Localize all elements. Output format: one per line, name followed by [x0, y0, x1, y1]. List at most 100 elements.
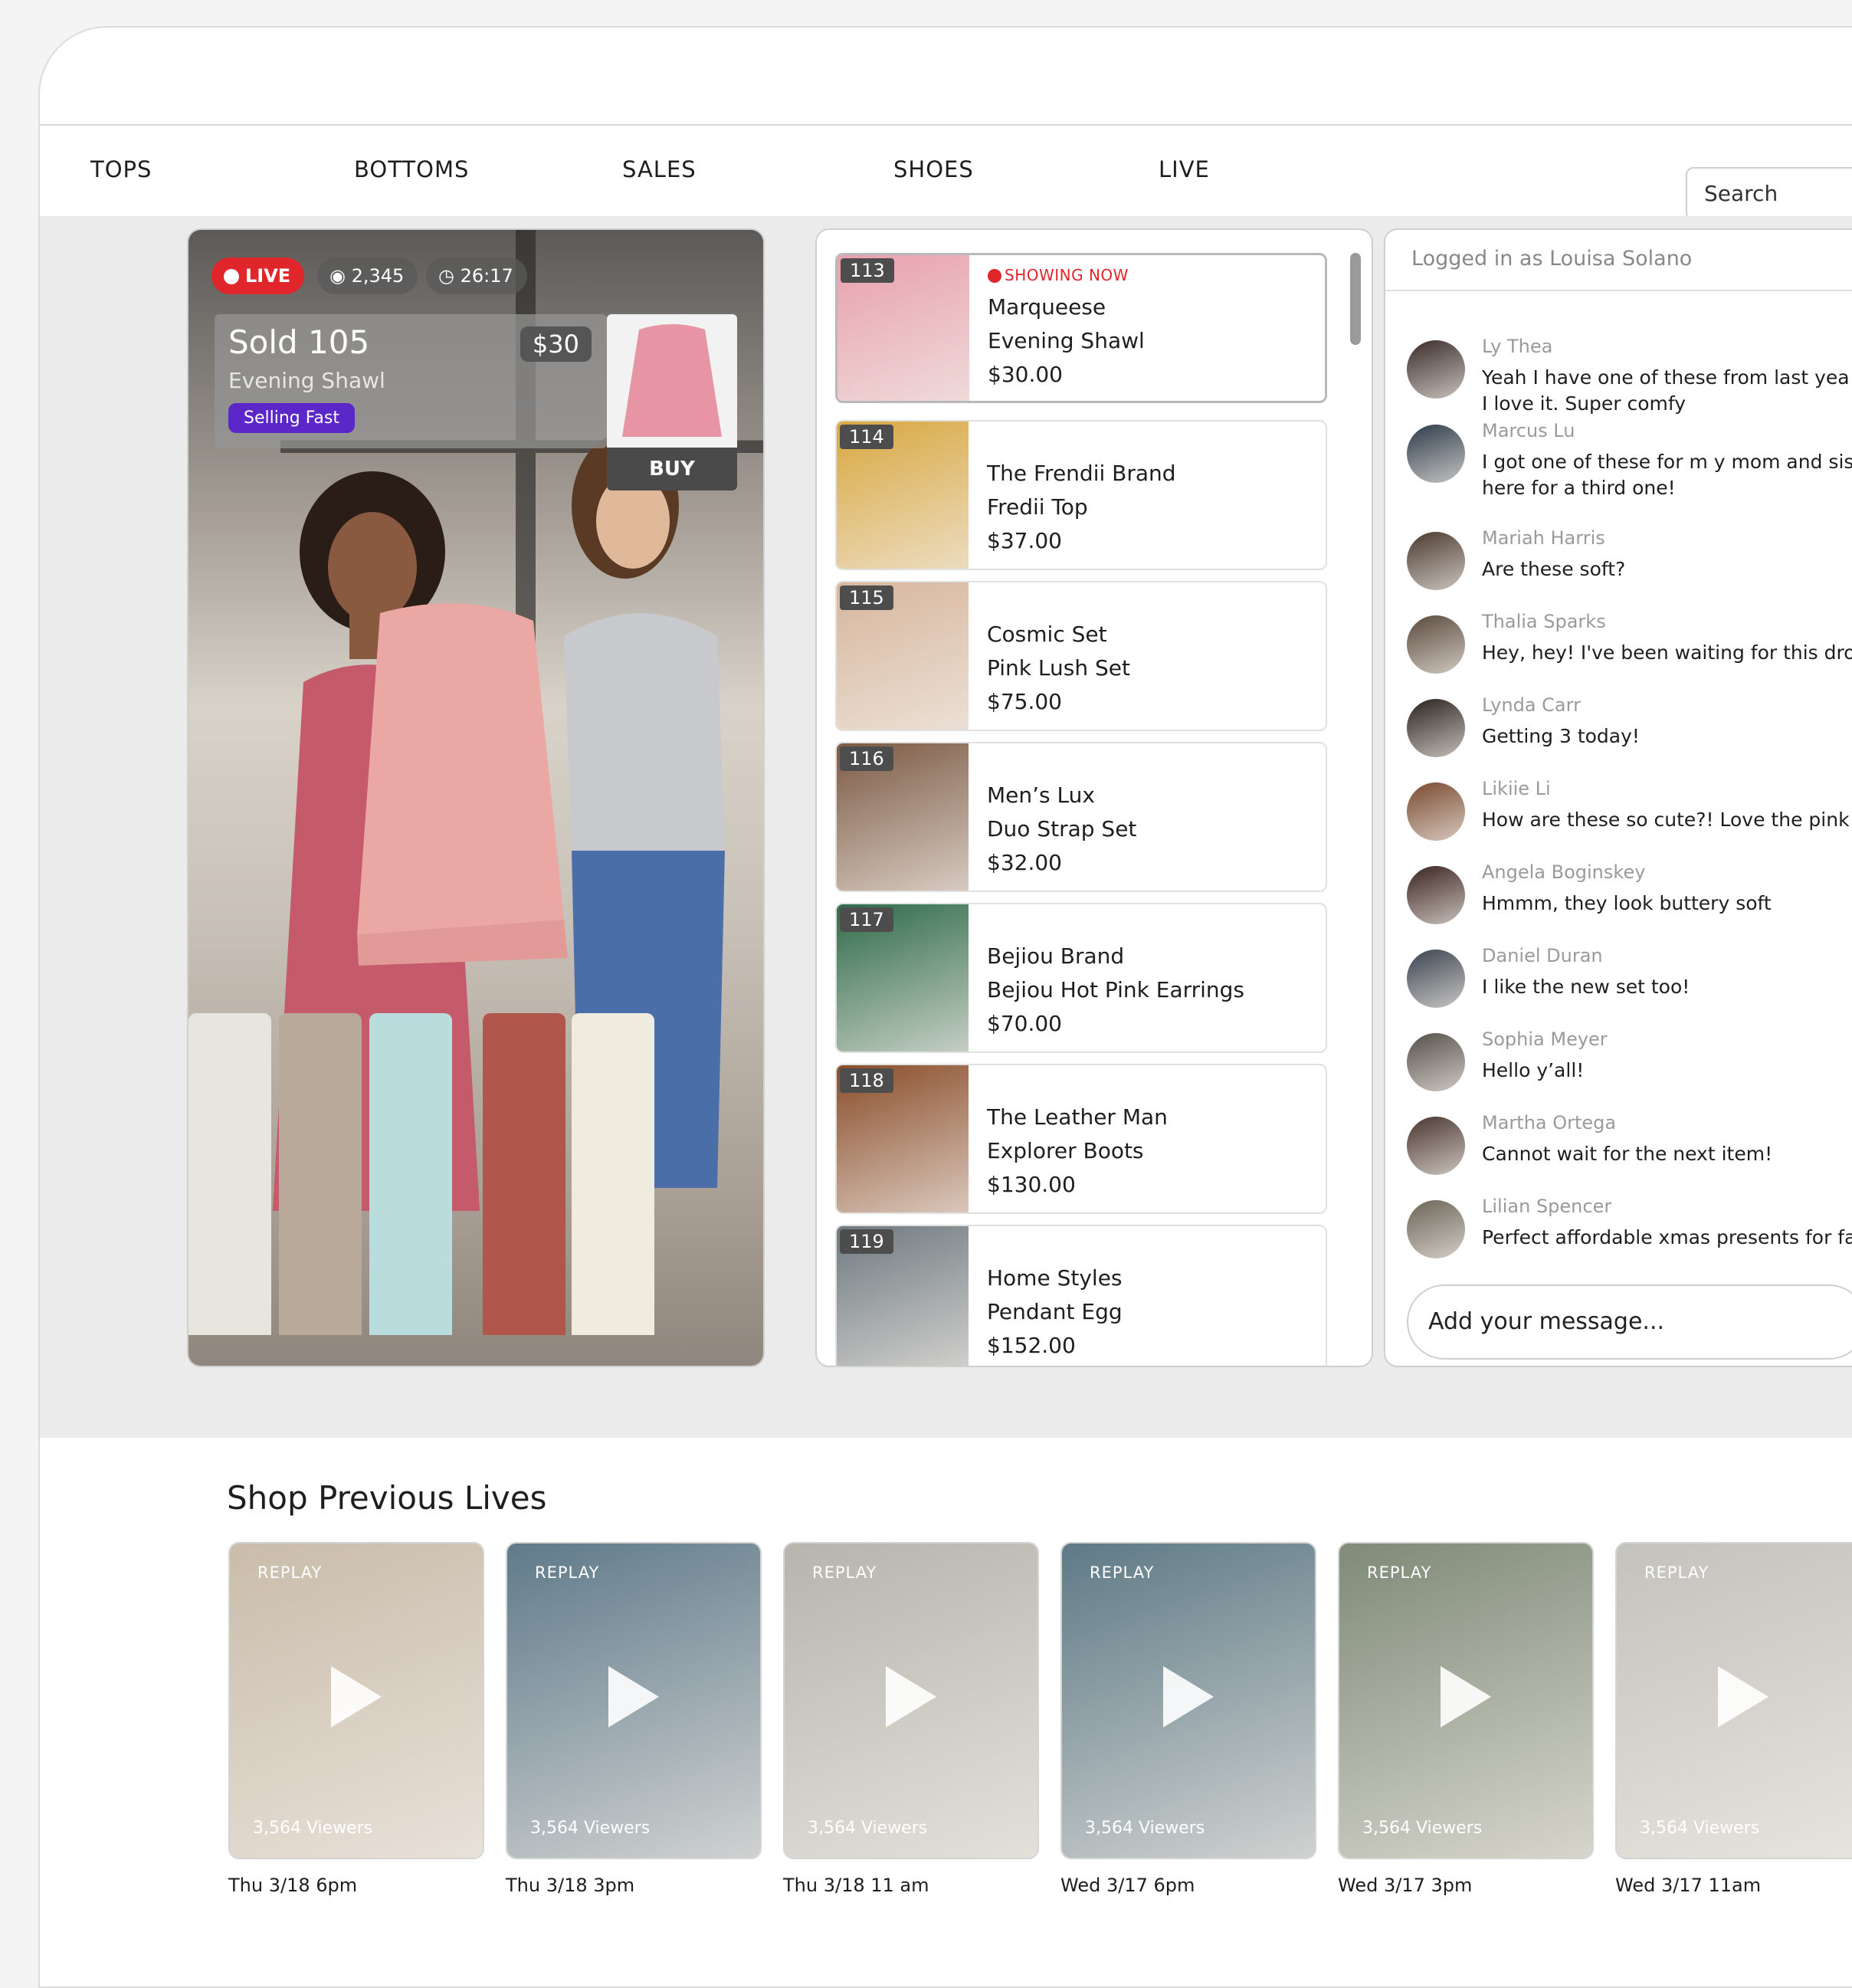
chat-username[interactable]: Daniel Duran	[1482, 945, 1603, 966]
throw-blanket	[279, 1013, 362, 1335]
throw-blanket	[572, 1013, 654, 1335]
avatar[interactable]	[1407, 1200, 1465, 1258]
product-number: 119	[840, 1229, 893, 1254]
chat-username[interactable]: Martha Ortega	[1482, 1112, 1616, 1133]
featured-product-card: Sold 105 Evening Shawl $30 Selling Fast	[215, 314, 607, 448]
product-name: Explorer Boots	[987, 1138, 1144, 1163]
nav-item-tops[interactable]: TOPS	[90, 156, 152, 182]
buy-card[interactable]: BUY	[607, 314, 737, 490]
chat-text: How are these so cute?! Love the pink o	[1482, 809, 1852, 831]
pink-shawl-held	[357, 603, 568, 966]
product-info: The Frendii Brand Fredii Top $37.00	[987, 457, 1176, 558]
avatar[interactable]	[1407, 532, 1465, 590]
replay-viewer-count: 3,564 Viewers	[1085, 1819, 1205, 1838]
product-info: Marqueese Evening Shawl $30.00	[988, 290, 1145, 392]
replay-label: REPLAY	[1090, 1563, 1155, 1582]
product-price: $130.00	[987, 1172, 1076, 1197]
live-chat-panel: Logged in as Louisa Solano Ly Thea Yeah …	[1384, 228, 1852, 1367]
product-card[interactable]: 116 Men’s Lux Duo Strap Set $32.00	[835, 742, 1327, 892]
avatar[interactable]	[1407, 1033, 1465, 1091]
chat-username[interactable]: Sophia Meyer	[1482, 1028, 1608, 1050]
chat-text-line: I love it. Super comfy	[1482, 392, 1686, 415]
product-card[interactable]: 113 SHOWING NOW Marqueese Evening Shawl …	[835, 253, 1327, 403]
play-icon[interactable]	[886, 1666, 936, 1727]
chat-username[interactable]: Thalia Sparks	[1482, 611, 1606, 632]
stream-timer: 26:17	[460, 265, 513, 287]
replay-date: Wed 3/17 6pm	[1060, 1875, 1195, 1896]
replay-date: Thu 3/18 3pm	[506, 1875, 635, 1896]
product-number: 115	[840, 586, 893, 610]
product-card[interactable]: 115 Cosmic Set Pink Lush Set $75.00	[835, 581, 1327, 731]
featured-product-price: $30	[520, 326, 592, 362]
avatar[interactable]	[1407, 866, 1465, 924]
replay-card[interactable]: REPLAY 3,564 Viewers	[228, 1542, 484, 1859]
chat-message-input[interactable]: Add your message...	[1407, 1284, 1852, 1360]
replay-viewer-count: 3,564 Viewers	[530, 1819, 651, 1838]
replay-card[interactable]: REPLAY 3,564 Viewers	[1060, 1542, 1316, 1859]
replay-label: REPLAY	[1367, 1563, 1432, 1582]
throw-blanket	[369, 1013, 452, 1335]
play-icon[interactable]	[608, 1666, 659, 1727]
product-card[interactable]: 117 Bejiou Brand Bejiou Hot Pink Earring…	[835, 903, 1327, 1053]
product-price: $30.00	[988, 362, 1063, 387]
play-icon[interactable]	[1441, 1666, 1491, 1727]
nav-item-sales[interactable]: SALES	[622, 156, 697, 182]
buy-button[interactable]: BUY	[607, 448, 737, 490]
eye-icon: ◉	[329, 265, 352, 287]
showing-now-label: SHOWING NOW	[1005, 266, 1129, 284]
play-icon[interactable]	[1718, 1666, 1768, 1727]
chat-username[interactable]: Lynda Carr	[1482, 694, 1581, 716]
live-label: LIVE	[245, 265, 291, 287]
product-list-scrollbar[interactable]	[1350, 253, 1361, 345]
nav-item-bottoms[interactable]: BOTTOMS	[354, 156, 469, 182]
replay-viewer-count: 3,564 Viewers	[1640, 1819, 1760, 1838]
previous-lives-heading: Shop Previous Lives	[227, 1479, 547, 1517]
replay-date: Wed 3/17 11am	[1615, 1875, 1762, 1896]
product-info: Home Styles Pendant Egg $152.00	[987, 1261, 1123, 1363]
product-name: Bejiou Hot Pink Earrings	[987, 977, 1245, 1002]
avatar[interactable]	[1407, 699, 1465, 757]
product-number: 116	[840, 746, 893, 771]
product-card[interactable]: 119 Home Styles Pendant Egg $152.00	[835, 1225, 1327, 1366]
product-card[interactable]: 118 The Leather Man Explorer Boots $130.…	[835, 1064, 1327, 1214]
chat-text: Hey, hey! I've been waiting for this dro…	[1482, 641, 1852, 664]
replay-date: Wed 3/17 3pm	[1338, 1875, 1473, 1896]
chat-username[interactable]: Mariah Harris	[1482, 527, 1605, 549]
avatar[interactable]	[1407, 615, 1465, 674]
live-video-player[interactable]: LIVE ◉ 2,345 ◷ 26:17 Sold 105 Evening Sh…	[187, 228, 765, 1367]
play-icon[interactable]	[331, 1666, 382, 1727]
product-card[interactable]: 114 The Frendii Brand Fredii Top $37.00	[835, 420, 1327, 570]
stream-timer-badge: ◷ 26:17	[426, 258, 527, 294]
chat-username[interactable]: Ly Thea	[1482, 336, 1552, 357]
top-header-bar	[40, 28, 1852, 126]
search-input[interactable]: Search	[1686, 167, 1852, 221]
nav-item-shoes[interactable]: SHOES	[893, 156, 974, 182]
chat-username[interactable]: Likiie Li	[1482, 778, 1551, 799]
product-number: 114	[840, 425, 893, 449]
avatar[interactable]	[1407, 1117, 1465, 1175]
nav-item-live[interactable]: LIVE	[1159, 156, 1210, 182]
product-name: Duo Strap Set	[987, 816, 1137, 841]
chat-username[interactable]: Angela Boginskey	[1482, 861, 1645, 883]
chat-text: I got one of these for m y mom and sis he…	[1482, 449, 1852, 501]
play-icon[interactable]	[1163, 1666, 1214, 1727]
product-price: $70.00	[987, 1011, 1062, 1036]
chat-username[interactable]: Marcus Lu	[1482, 420, 1575, 441]
replay-card[interactable]: REPLAY 3,564 Viewers	[1615, 1542, 1852, 1859]
replay-label: REPLAY	[1644, 1563, 1709, 1582]
avatar[interactable]	[1407, 782, 1465, 841]
avatar[interactable]	[1407, 340, 1465, 399]
product-brand: The Frendii Brand	[987, 461, 1176, 486]
avatar[interactable]	[1407, 425, 1465, 483]
product-name: Pink Lush Set	[987, 655, 1130, 681]
shawl-thumbnail	[622, 324, 722, 437]
avatar[interactable]	[1407, 950, 1465, 1008]
replay-card[interactable]: REPLAY 3,564 Viewers	[506, 1542, 762, 1859]
product-price: $75.00	[987, 689, 1062, 714]
chat-username[interactable]: Lilian Spencer	[1482, 1196, 1611, 1217]
product-brand: Bejiou Brand	[987, 943, 1125, 969]
replay-viewer-count: 3,564 Viewers	[1362, 1819, 1483, 1838]
product-info: The Leather Man Explorer Boots $130.00	[987, 1101, 1168, 1202]
replay-card[interactable]: REPLAY 3,564 Viewers	[783, 1542, 1039, 1859]
replay-card[interactable]: REPLAY 3,564 Viewers	[1338, 1542, 1594, 1859]
